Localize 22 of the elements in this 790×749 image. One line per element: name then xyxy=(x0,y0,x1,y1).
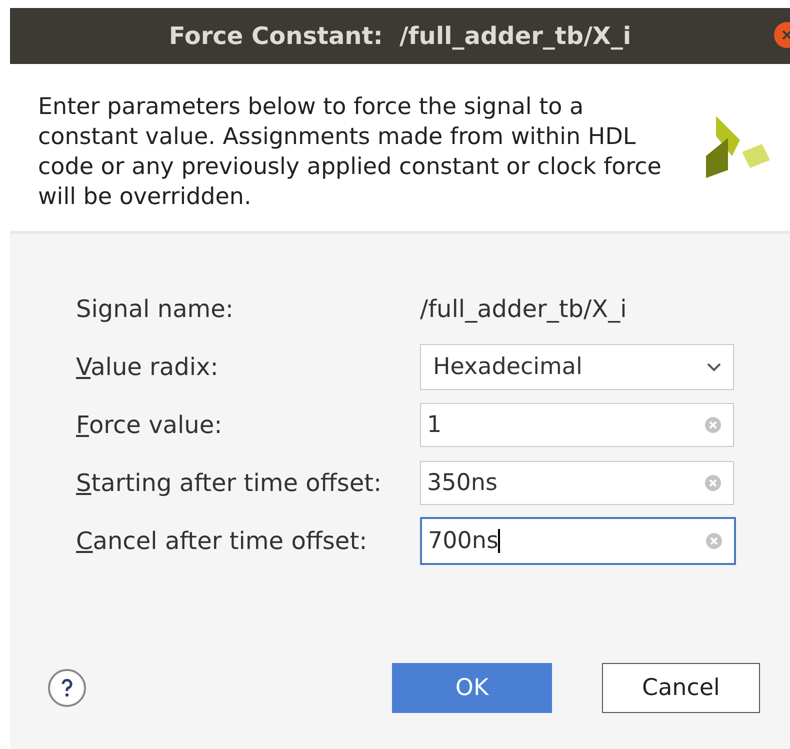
clear-icon[interactable] xyxy=(705,417,721,433)
field-label: Cancel after time offset: xyxy=(76,527,368,555)
window-title: Force Constant: /full_adder_tb/X_i xyxy=(168,21,632,52)
ok-button[interactable]: OK xyxy=(392,663,552,713)
radix-dropdown[interactable]: Hexadecimal xyxy=(420,344,734,390)
signal-name-value: /full_adder_tb/X_i xyxy=(420,294,627,325)
logo-icon xyxy=(706,116,770,180)
field-label: Starting after time offset: xyxy=(76,469,382,497)
field-label: Force value: xyxy=(76,411,222,439)
input-field[interactable]: 700ns xyxy=(420,517,736,565)
description-text: Enter parameters below to force the signal to a constant value. Assignments made from within HDL code or any previously applied constant or clock force will be overridden. xyxy=(38,93,662,212)
chevron-down-icon xyxy=(707,362,721,372)
cancel-button[interactable]: Cancel xyxy=(602,663,760,713)
field-label: Signal name: xyxy=(76,295,234,323)
help-button[interactable] xyxy=(48,669,86,707)
input-field[interactable]: 350ns xyxy=(420,461,734,505)
clear-icon[interactable] xyxy=(705,475,721,491)
field-label: Value radix: xyxy=(76,353,218,381)
close-icon xyxy=(782,30,790,40)
question-mark-icon xyxy=(61,679,73,697)
clear-icon[interactable] xyxy=(706,533,722,549)
input-field[interactable]: 1 xyxy=(420,403,734,447)
